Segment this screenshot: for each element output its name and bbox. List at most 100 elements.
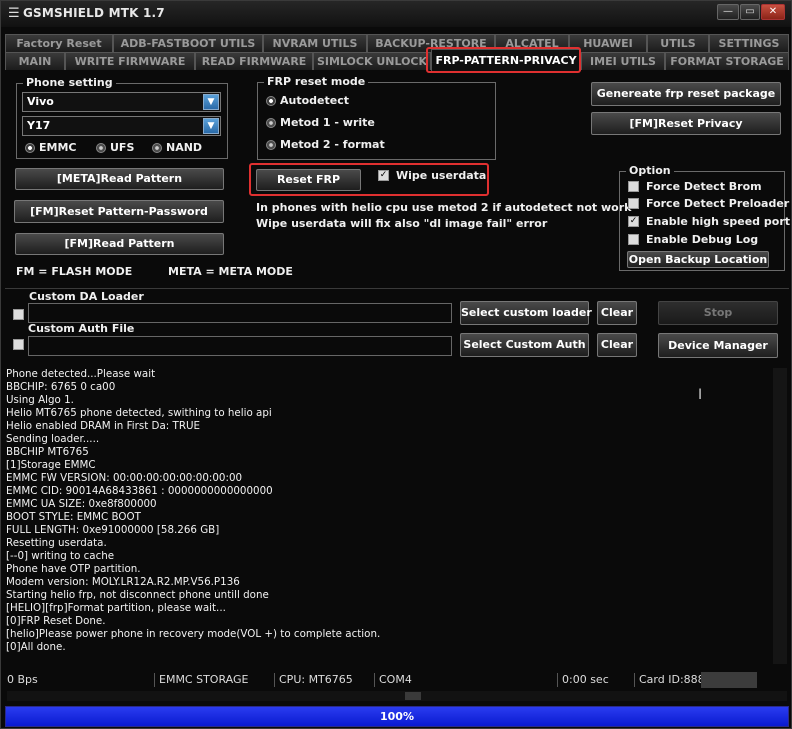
- radio-unselected-icon: [266, 140, 276, 150]
- model-select[interactable]: Y17 ▼: [22, 116, 221, 136]
- fm-note: FM = FLASH MODE: [16, 265, 133, 278]
- log-line: Phone have OTP partition.: [6, 563, 141, 575]
- device-manager-button[interactable]: Device Manager: [658, 333, 778, 358]
- radio-selected-icon: [25, 143, 35, 153]
- chevron-down-icon: ▼: [203, 118, 219, 134]
- force-detect-preloader-checkbox[interactable]: Force Detect Preloader: [628, 197, 789, 211]
- radio-nand[interactable]: NAND: [150, 141, 202, 155]
- radio-ufs[interactable]: UFS: [94, 141, 134, 155]
- status-port: COM4: [379, 673, 412, 686]
- log-line: Helio enabled DRAM in First Da: TRUE: [6, 420, 201, 432]
- log-line: Starting helio frp, not disconnect phone…: [6, 589, 269, 601]
- open-backup-location-button[interactable]: Open Backup Location: [627, 251, 769, 268]
- status-separator: [154, 673, 155, 687]
- window-title: GSMSHIELD MTK 1.7: [23, 6, 165, 20]
- tab-utils[interactable]: UTILS: [647, 34, 709, 52]
- log-line: [0]FRP Reset Done.: [6, 615, 106, 627]
- tab-write-firmware[interactable]: WRITE FIRMWARE: [65, 52, 195, 70]
- frp-mode-legend: FRP reset mode: [264, 75, 369, 89]
- meta-read-pattern-button[interactable]: [META]Read Pattern: [15, 168, 224, 190]
- radio-metod-1-label: Metod 1 - write: [280, 116, 375, 129]
- select-custom-loader-button[interactable]: Select custom loader: [460, 301, 592, 325]
- status-separator: [634, 673, 635, 687]
- scroll-thumb[interactable]: [405, 692, 421, 700]
- custom-da-input[interactable]: [28, 303, 452, 323]
- wipe-userdata-checkbox[interactable]: ✓ Wipe userdata: [378, 169, 486, 183]
- tab-read-firmware[interactable]: READ FIRMWARE: [195, 52, 313, 70]
- brand-value: Vivo: [27, 95, 54, 108]
- radio-selected-icon: [266, 96, 276, 106]
- highlight-box-tab: [426, 47, 581, 73]
- fm-reset-privacy-button[interactable]: [FM]Reset Privacy: [591, 112, 781, 135]
- tab-format-storage[interactable]: FORMAT STORAGE: [665, 52, 789, 70]
- status-card-id: Card ID:888: [639, 673, 705, 686]
- log-output[interactable]: Phone detected...Please wait BBCHIP: 6765…: [6, 368, 766, 658]
- custom-auth-input[interactable]: [28, 336, 452, 356]
- helio-note-1: In phones with helio cpu use metod 2 if …: [256, 201, 632, 214]
- force-detect-brom-checkbox[interactable]: Force Detect Brom: [628, 180, 762, 194]
- menu-icon[interactable]: ☰: [8, 6, 20, 21]
- checkbox-icon: [13, 339, 24, 350]
- log-line: Using Algo 1.: [6, 394, 74, 406]
- horizontal-scrollbar[interactable]: [7, 691, 787, 701]
- fm-reset-pattern-button[interactable]: [FM]Reset Pattern-Password: [14, 200, 224, 223]
- check-icon: ✓: [378, 170, 389, 181]
- log-line: BOOT STYLE: EMMC BOOT: [6, 511, 141, 523]
- text-cursor-icon: I: [698, 387, 703, 403]
- tab-simlock-unlock[interactable]: SIMLOCK UNLOCK: [313, 52, 431, 70]
- tab-factory-reset[interactable]: Factory Reset: [5, 34, 113, 52]
- custom-auth-label: Custom Auth File: [28, 322, 135, 335]
- radio-nand-label: NAND: [166, 141, 203, 154]
- status-separator: [557, 673, 558, 687]
- progress-label: 100%: [380, 710, 414, 723]
- brand-select[interactable]: Vivo ▼: [22, 92, 221, 112]
- tab-adb-fastboot-utils[interactable]: ADB-FASTBOOT UTILS: [113, 34, 263, 52]
- clear-da-button[interactable]: Clear: [597, 301, 637, 325]
- redacted-area: [701, 672, 757, 688]
- log-line: BBCHIP: 6765 0 ca00: [6, 381, 116, 393]
- clear-auth-button[interactable]: Clear: [597, 333, 637, 357]
- log-line: BBCHIP MT6765: [6, 446, 89, 458]
- custom-da-label: Custom DA Loader: [29, 290, 144, 303]
- force-detect-preloader-label: Force Detect Preloader: [646, 197, 790, 210]
- tab-nvram-utils[interactable]: NVRAM UTILS: [263, 34, 367, 52]
- enable-high-speed-port-label: Enable high speed port: [646, 215, 790, 228]
- check-icon: ✓: [628, 216, 639, 227]
- divider: [5, 288, 789, 289]
- enable-high-speed-port-checkbox[interactable]: ✓ Enable high speed port: [628, 215, 790, 229]
- select-custom-auth-button[interactable]: Select Custom Auth: [460, 333, 589, 357]
- tab-main[interactable]: MAIN: [5, 52, 65, 70]
- chevron-down-icon: ▼: [203, 94, 219, 110]
- log-line: FULL LENGTH: 0xe91000000 [58.266 GB]: [6, 524, 220, 536]
- close-button[interactable]: ✕: [761, 4, 785, 20]
- log-line: [helio]Please power phone in recovery mo…: [6, 628, 381, 640]
- generate-frp-package-button[interactable]: Genereate frp reset package: [591, 82, 781, 106]
- radio-metod-2-label: Metod 2 - format: [280, 138, 385, 151]
- minimize-button[interactable]: —: [717, 4, 739, 20]
- app-window: ☰ GSMSHIELD MTK 1.7 — ▭ ✕ Factory Reset …: [0, 0, 792, 729]
- log-line: Resetting userdata.: [6, 537, 107, 549]
- reset-frp-button[interactable]: Reset FRP: [256, 169, 361, 191]
- log-scrollbar[interactable]: [773, 368, 787, 664]
- log-line: Helio MT6765 phone detected, swithing to…: [6, 407, 272, 419]
- enable-debug-log-checkbox[interactable]: Enable Debug Log: [628, 233, 758, 247]
- radio-emmc[interactable]: EMMC: [23, 141, 76, 155]
- radio-metod-2[interactable]: Metod 2 - format: [264, 138, 385, 152]
- tab-settings[interactable]: SETTINGS: [709, 34, 789, 52]
- fm-read-pattern-button[interactable]: [FM]Read Pattern: [15, 233, 224, 255]
- radio-autodetect[interactable]: Autodetect: [264, 94, 349, 108]
- meta-note: META = META MODE: [168, 265, 293, 278]
- radio-metod-1[interactable]: Metod 1 - write: [264, 116, 375, 130]
- tab-imei-utils[interactable]: IMEI UTILS: [581, 52, 665, 70]
- log-line: EMMC UA SIZE: 0xe8f800000: [6, 498, 157, 510]
- radio-emmc-label: EMMC: [39, 141, 77, 154]
- radio-unselected-icon: [266, 118, 276, 128]
- checkbox-icon: [628, 198, 639, 209]
- model-value: Y17: [27, 119, 51, 132]
- wipe-userdata-label: Wipe userdata: [396, 169, 487, 182]
- radio-autodetect-label: Autodetect: [280, 94, 349, 107]
- maximize-button[interactable]: ▭: [740, 4, 760, 20]
- status-time: 0:00 sec: [562, 673, 609, 686]
- stop-button[interactable]: Stop: [658, 301, 778, 325]
- log-line: EMMC CID: 90014A68433861 : 0000000000000…: [6, 485, 273, 497]
